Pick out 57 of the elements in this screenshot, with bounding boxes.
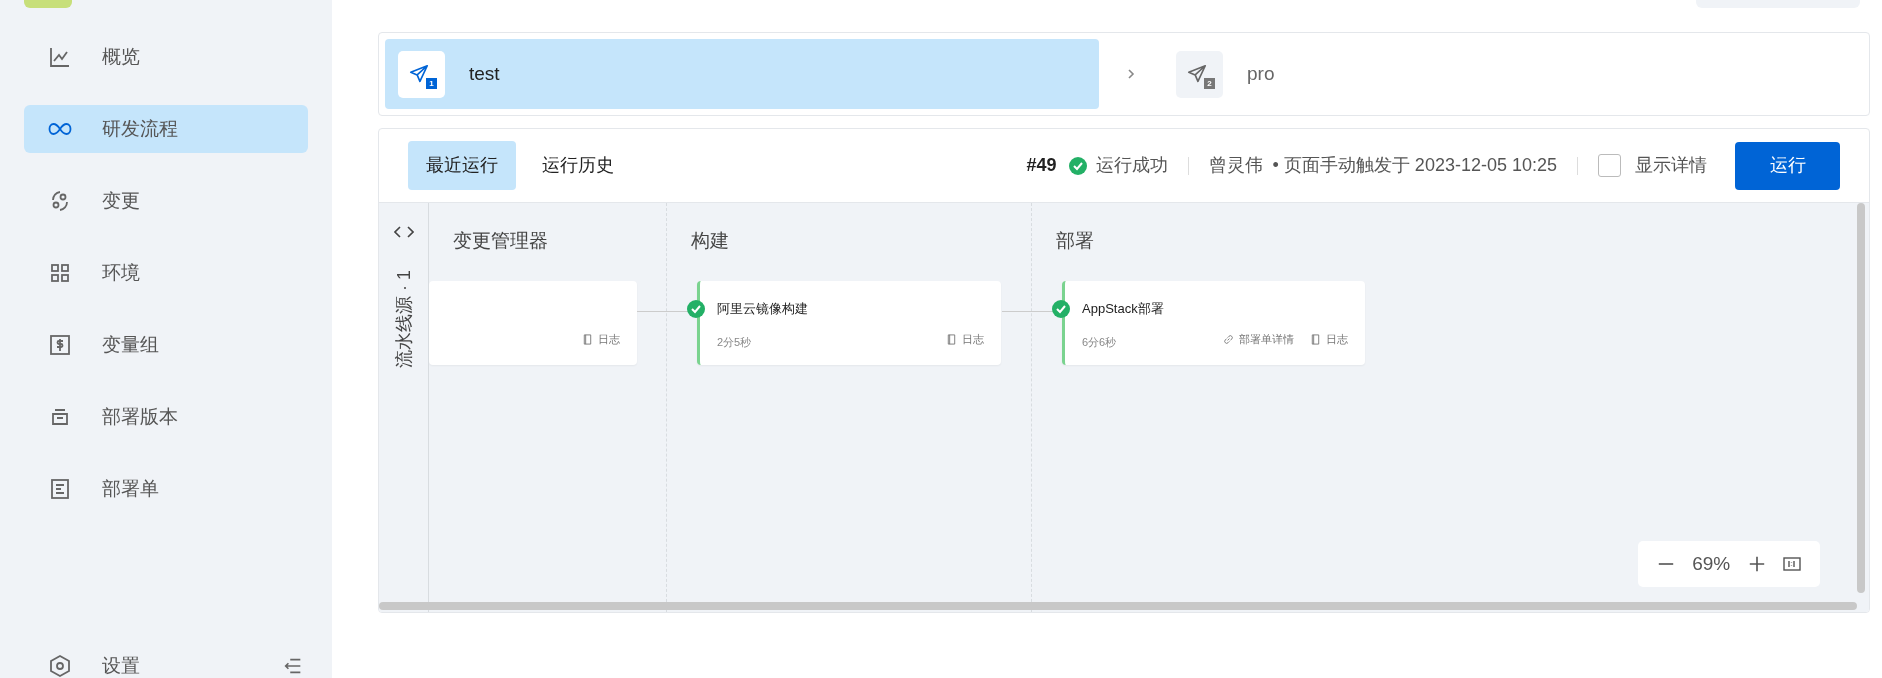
job-name: 阿里云镜像构建 (717, 300, 808, 318)
run-trigger: • 页面手动触发于 2023-12-05 10:25 (1272, 154, 1557, 177)
sidebar-item[interactable]: 概览 (24, 33, 308, 81)
job-duration: 6分6秒 (1082, 335, 1117, 350)
sidebar-item[interactable]: 变量组 (24, 321, 308, 369)
sidebar-item[interactable]: 部署单 (24, 465, 308, 513)
zoom-in-icon[interactable] (1747, 555, 1766, 573)
log-link[interactable]: 日志 (582, 331, 620, 348)
log-link[interactable]: 日志 (1310, 331, 1348, 348)
dollar-icon (48, 333, 72, 357)
sidebar-item[interactable]: 环境 (24, 249, 308, 297)
run-number: #49 (1026, 154, 1057, 177)
chevron-icon (1125, 68, 1137, 80)
sidebar-item[interactable]: 部署版本 (24, 393, 308, 441)
run-tab[interactable]: 运行历史 (524, 141, 632, 190)
stage-tab[interactable]: 1 test (385, 39, 1099, 109)
paper-plane-icon (407, 63, 430, 85)
zoom-level: 69% (1692, 551, 1731, 576)
run-status: 运行成功 (1095, 154, 1168, 177)
book-icon (582, 333, 593, 345)
stage-title: 部署 (1056, 229, 1095, 253)
source-label: 流水线源 · 1 (392, 270, 414, 368)
book-icon (946, 333, 957, 345)
success-icon (1067, 155, 1088, 176)
sidebar-item[interactable]: 变更 (24, 177, 308, 225)
run-tab[interactable]: 最近运行 (408, 141, 516, 190)
document-icon (48, 477, 72, 501)
code-icon[interactable] (393, 225, 414, 239)
link-icon (1223, 333, 1234, 345)
horizontal-scrollbar[interactable] (379, 602, 1857, 610)
settings-icon (48, 654, 72, 678)
log-link[interactable]: 日志 (946, 331, 984, 348)
details-checkbox[interactable] (1598, 154, 1621, 177)
details-label[interactable]: 显示详情 (1635, 152, 1707, 179)
settings-item[interactable]: 设置 (24, 642, 274, 678)
chart-icon (48, 45, 72, 69)
run-user: 曾灵伟 (1208, 154, 1263, 177)
job-duration: 2分5秒 (717, 335, 752, 350)
stage-title: 构建 (691, 229, 730, 253)
job-card[interactable]: 日志 (429, 281, 637, 365)
sidebar-item[interactable]: 研发流程 (24, 105, 308, 153)
job-name: AppStack部署 (1082, 300, 1164, 318)
grid-icon (48, 261, 72, 285)
step-number: 1 (426, 77, 437, 89)
paper-plane-icon (1185, 63, 1208, 85)
vertical-scrollbar[interactable] (1857, 203, 1865, 593)
step-number: 2 (1204, 77, 1215, 89)
book-icon (1310, 333, 1321, 345)
stage-label: pro (1247, 61, 1275, 86)
details-link[interactable]: 部署单详情 (1223, 331, 1294, 348)
run-button[interactable]: 运行 (1735, 141, 1840, 190)
stage-title: 变更管理器 (453, 229, 549, 253)
stage-label: test (469, 61, 500, 86)
job-card[interactable]: 阿里云镜像构建 2分5秒 日志 (697, 281, 1001, 365)
actual-size-icon[interactable] (1783, 557, 1802, 571)
stage-tab[interactable]: 2 pro (1163, 39, 1275, 109)
job-card[interactable]: AppStack部署 6分6秒 部署单详情 日志 (1062, 281, 1365, 365)
